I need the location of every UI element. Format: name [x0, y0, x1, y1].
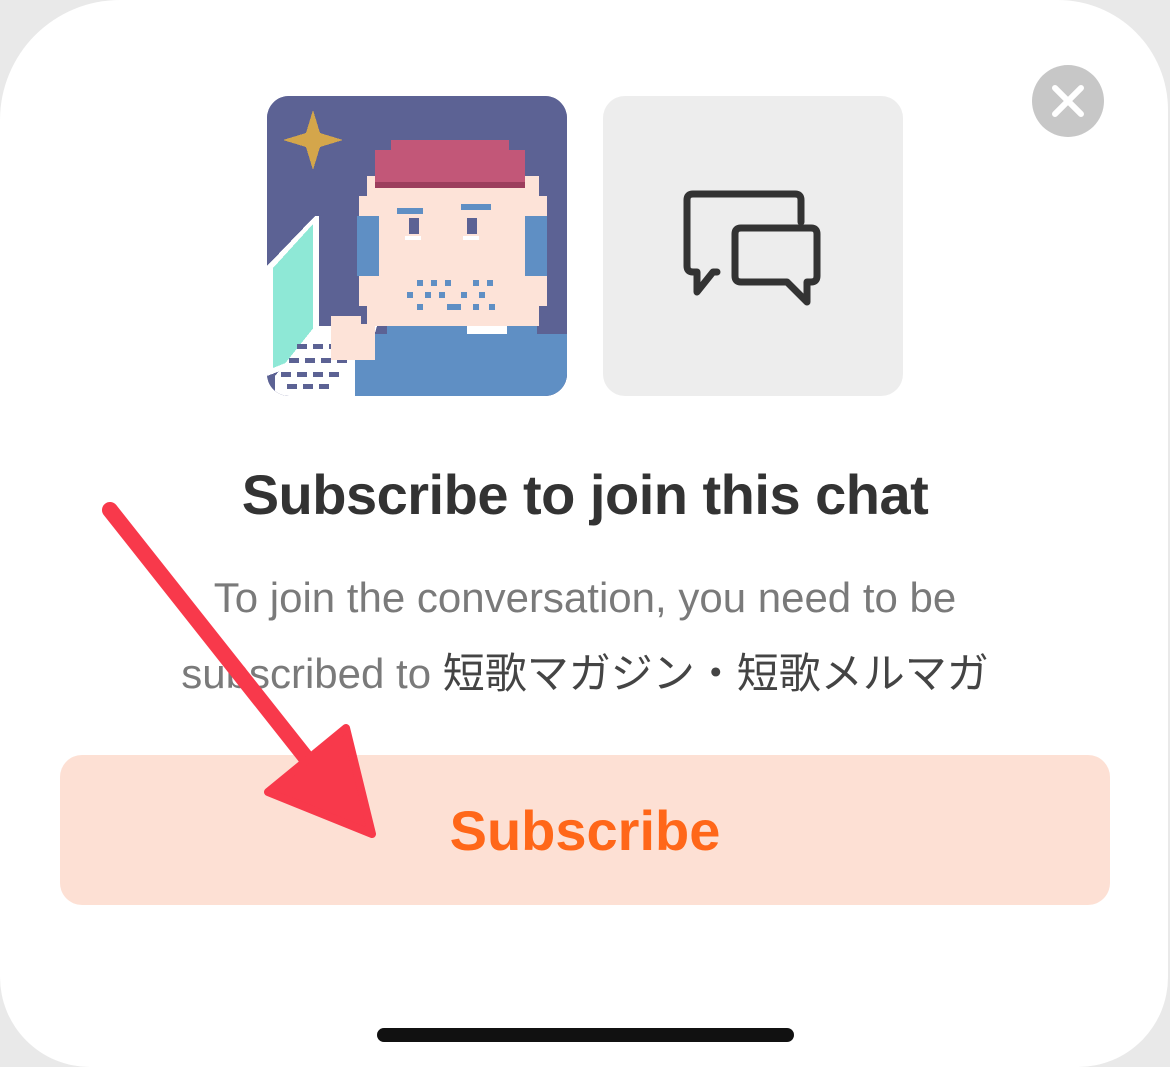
- chat-icon-tile: [603, 96, 903, 396]
- publication-name: 短歌マガジン・短歌メルマガ: [442, 650, 989, 697]
- publication-avatar: [267, 96, 567, 396]
- dialog-title: Subscribe to join this chat: [241, 463, 929, 526]
- close-icon: [1052, 85, 1084, 117]
- dialog-description: To join the conversation, you need to be…: [120, 560, 1050, 712]
- home-indicator: [377, 1028, 794, 1042]
- subscribe-button-label: Subscribe: [449, 798, 721, 862]
- chat-bubbles-icon: [683, 190, 821, 306]
- subscribe-button[interactable]: Subscribe: [60, 755, 1110, 905]
- subscribe-dialog: Subscribe to join this chat To join the …: [0, 0, 1168, 1067]
- close-button[interactable]: [1032, 65, 1104, 137]
